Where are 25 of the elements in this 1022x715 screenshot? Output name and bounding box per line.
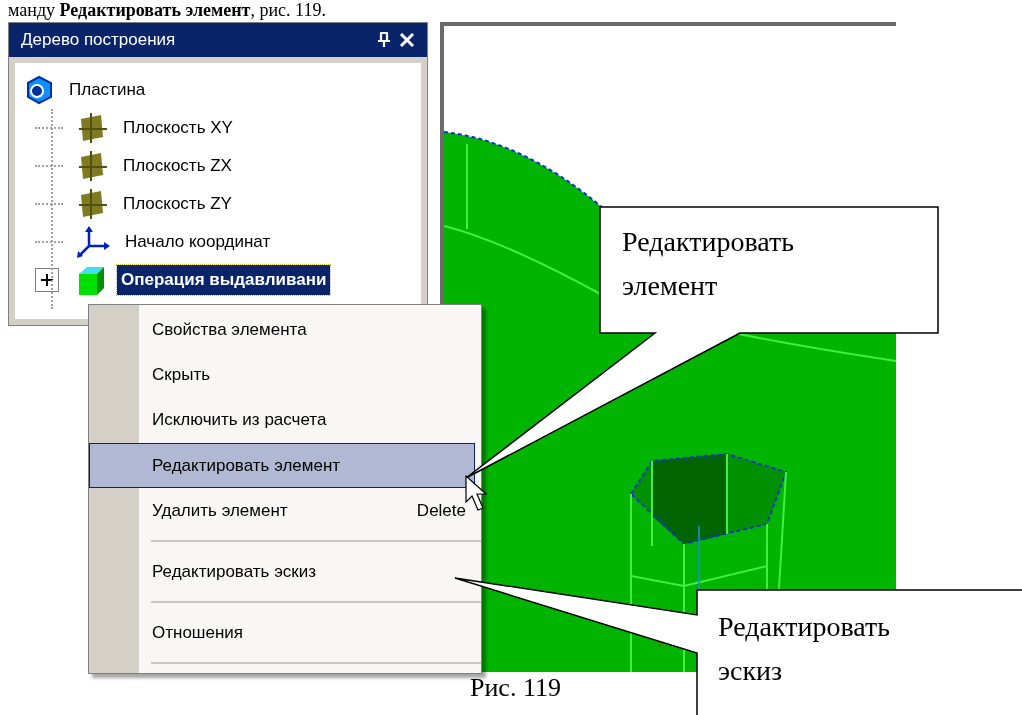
tree-item[interactable]: Плоскость ZY [119, 189, 236, 219]
callout-text: Редактировать элемент [622, 225, 795, 303]
axes-icon [75, 224, 111, 260]
tree-item[interactable]: Плоскость XY [119, 113, 237, 143]
pin-icon[interactable] [377, 32, 391, 48]
tree-item[interactable]: Плоскость ZX [119, 151, 236, 181]
menu-item[interactable]: Редактировать элемент [89, 442, 475, 489]
panel-title: Дерево построения [21, 29, 177, 52]
tree-item[interactable]: Операция выдавливани [117, 265, 331, 295]
page-text: манду Редактировать элемент, рис. 119. [8, 0, 326, 20]
callout-text: Редактировать эскиз [718, 610, 891, 688]
plus-icon [40, 273, 54, 287]
menu-item[interactable]: Скрыть [89, 352, 475, 398]
shortcut-label: Delete [416, 499, 466, 522]
menu-item[interactable]: Редактировать эскиз [89, 549, 475, 595]
menu-item[interactable]: Свойства элемента [89, 307, 475, 353]
menu-item[interactable]: Исключить из расчета [89, 397, 475, 443]
menu-item[interactable]: Отношения [89, 610, 475, 656]
figure-caption: Рис. 119 [470, 672, 561, 704]
close-icon[interactable] [399, 32, 415, 48]
tree-item[interactable]: Начало координат [121, 227, 275, 257]
tree-item[interactable]: Пластина [65, 75, 150, 105]
part-icon [25, 75, 55, 105]
menu-item[interactable]: Удалить элемент Delete [89, 488, 475, 534]
expand-toggle[interactable] [35, 268, 59, 292]
